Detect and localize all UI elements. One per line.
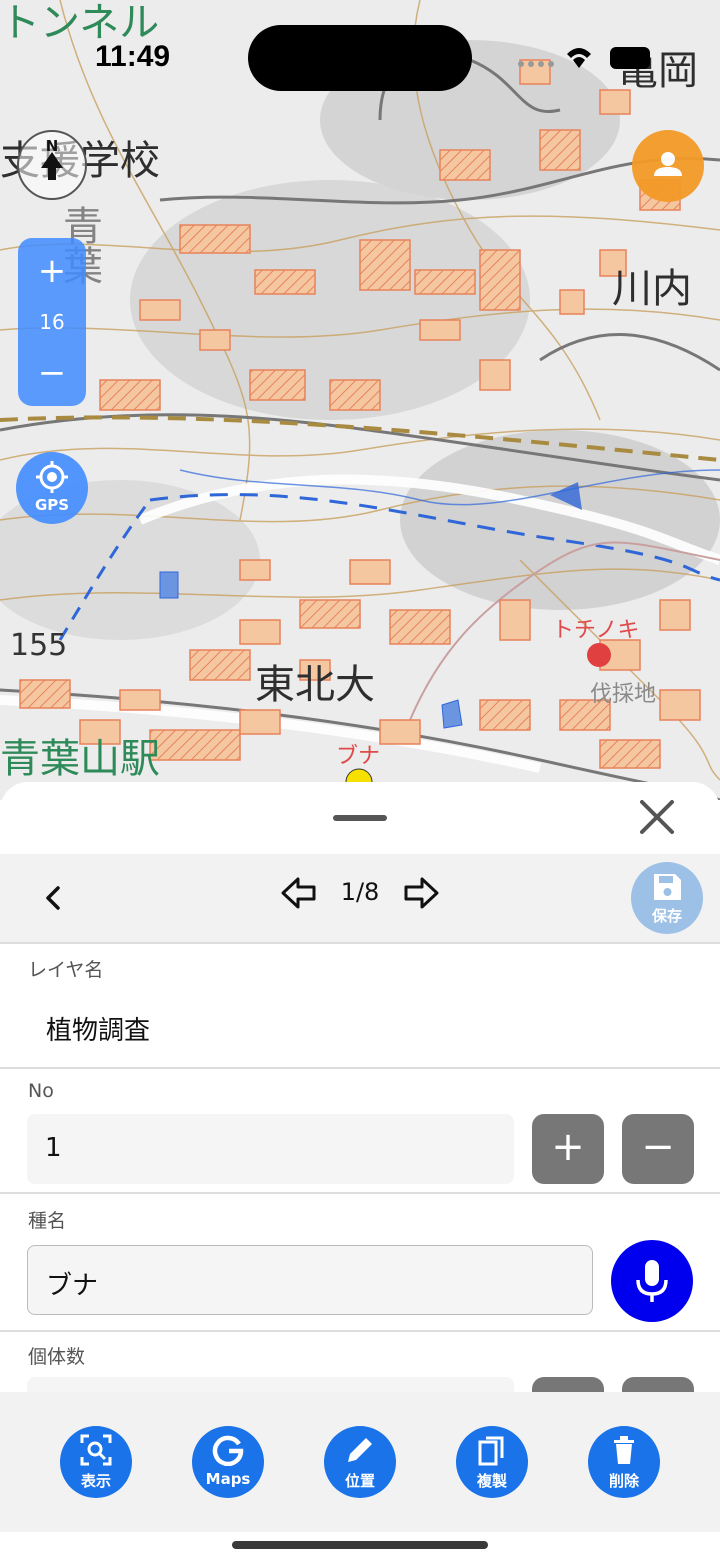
map-label-elevation: 155 xyxy=(10,628,68,663)
show-button[interactable]: 表示 xyxy=(60,1426,132,1498)
record-navbar: 1/8 保存 xyxy=(0,854,720,944)
save-label: 保存 xyxy=(651,907,682,925)
map-label-tochinoki[interactable]: トチノキ xyxy=(552,612,639,644)
chevron-left-icon[interactable] xyxy=(36,880,72,916)
user-button[interactable] xyxy=(632,130,704,202)
increment-button[interactable]: + xyxy=(532,1114,604,1184)
position-label: 位置 xyxy=(344,1472,375,1490)
trash-icon xyxy=(614,1436,634,1464)
compass-button[interactable]: N xyxy=(17,130,87,200)
google-maps-button[interactable]: Maps xyxy=(192,1426,264,1498)
zoom-level: 16 xyxy=(39,310,65,334)
feature-detail-sheet: 1/8 保存 レイヤ名 植物調査 No 1 + − 種名 ブナ 個体数 表示 M… xyxy=(0,782,720,1565)
map-label-station: 青葉山駅 xyxy=(0,736,160,782)
map-label-buna[interactable]: ブナ xyxy=(336,738,380,770)
sheet-grabber[interactable] xyxy=(333,815,387,821)
save-button[interactable]: 保存 xyxy=(631,862,703,934)
map-label-kawauchi: 川内 xyxy=(612,266,692,312)
zoom-control: + 16 − xyxy=(18,238,86,406)
no-label: No xyxy=(28,1080,54,1102)
species-label: 種名 xyxy=(28,1210,67,1232)
layer-name-label: レイヤ名 xyxy=(28,959,104,981)
prev-record-arrow-icon[interactable] xyxy=(280,874,318,912)
map-label-tohoku-univ: 東北大 xyxy=(255,662,375,708)
pencil-icon xyxy=(348,1438,372,1462)
no-input[interactable]: 1 xyxy=(27,1114,514,1184)
status-icons xyxy=(518,47,650,69)
google-g-icon xyxy=(212,1435,244,1466)
delete-button[interactable]: 削除 xyxy=(588,1426,660,1498)
duplicate-button[interactable]: 複製 xyxy=(456,1426,528,1498)
user-icon xyxy=(654,152,682,176)
divider xyxy=(0,1192,720,1194)
zoom-out-button[interactable]: − xyxy=(18,356,86,390)
duplicate-label: 複製 xyxy=(476,1472,507,1490)
dynamic-island xyxy=(248,25,472,91)
action-toolbar: 表示 Maps 位置 複製 削除 xyxy=(0,1392,720,1532)
zoom-search-icon xyxy=(80,1434,112,1466)
show-label: 表示 xyxy=(80,1472,111,1490)
copy-icon xyxy=(478,1436,504,1466)
status-time: 11:49 xyxy=(95,40,171,73)
map-label-felling-site: 伐採地 xyxy=(590,682,657,707)
layer-name-value: 植物調査 xyxy=(46,1016,151,1046)
zoom-in-button[interactable]: + xyxy=(18,254,86,288)
north-arrow-icon xyxy=(41,152,63,180)
species-input[interactable]: ブナ xyxy=(27,1245,593,1315)
divider xyxy=(0,1067,720,1069)
delete-label: 削除 xyxy=(608,1472,639,1490)
microphone-icon xyxy=(636,1260,668,1302)
gps-button[interactable]: GPS xyxy=(16,452,88,524)
maps-label: Maps xyxy=(205,1470,251,1488)
map-view[interactable]: トンネル 支援学校 亀岡 川内 青葉 155 東北大 青葉山駅 トチノキ ブナ … xyxy=(0,0,720,800)
gps-label: GPS xyxy=(34,496,70,514)
record-pager: 1/8 xyxy=(340,878,380,906)
count-label: 個体数 xyxy=(28,1346,86,1368)
home-indicator xyxy=(232,1541,488,1549)
voice-input-button[interactable] xyxy=(611,1240,693,1322)
divider xyxy=(0,1330,720,1332)
close-icon[interactable] xyxy=(634,794,680,840)
next-record-arrow-icon[interactable] xyxy=(402,874,440,912)
decrement-button[interactable]: − xyxy=(622,1114,694,1184)
edit-position-button[interactable]: 位置 xyxy=(324,1426,396,1498)
